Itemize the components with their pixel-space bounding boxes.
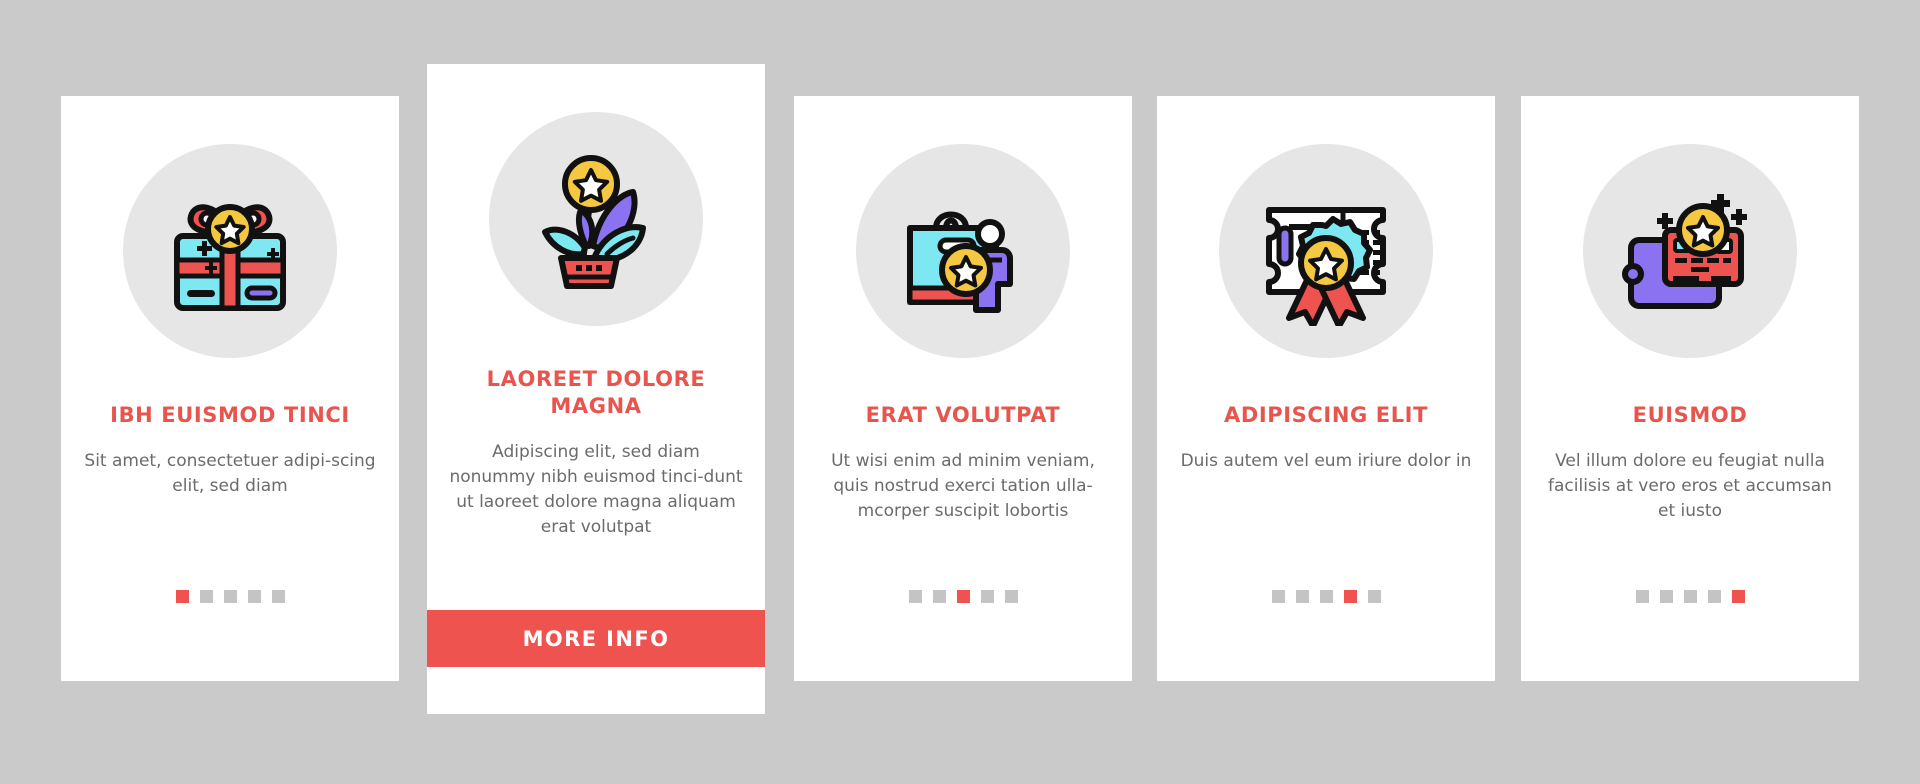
pagination-dots-3[interactable] bbox=[908, 590, 1018, 603]
card-description: Ut wisi enim ad minim veniam, quis nostr… bbox=[831, 451, 1095, 521]
certificate-award-ribbon-icon bbox=[1219, 144, 1433, 358]
plant-pot-star-coin-icon bbox=[489, 112, 703, 326]
pagination-dot[interactable] bbox=[1271, 590, 1285, 603]
pagination-dot[interactable] bbox=[199, 590, 213, 603]
pagination-dot[interactable] bbox=[1319, 590, 1333, 603]
pagination-dot[interactable] bbox=[1367, 590, 1381, 603]
pagination-dot[interactable] bbox=[271, 590, 285, 603]
wallet-credit-card-star-icon bbox=[1583, 144, 1797, 358]
onboarding-card-3[interactable]: ERAT VOLUTPAT Ut wisi enim ad minim veni… bbox=[794, 96, 1132, 681]
pagination-dot[interactable] bbox=[1659, 590, 1673, 603]
onboarding-card-1[interactable]: IBH EUISMOD TINCI Sit amet, consectetuer… bbox=[61, 96, 399, 681]
pagination-dot[interactable] bbox=[908, 590, 922, 603]
card-title: ERAT VOLUTPAT bbox=[865, 403, 1061, 427]
pagination-dot[interactable] bbox=[1295, 590, 1309, 603]
pagination-dot[interactable] bbox=[1731, 590, 1745, 603]
gift-box-star-icon bbox=[123, 144, 337, 358]
card-title: LAOREET DOLORE MAGNA bbox=[486, 367, 706, 418]
pagination-dot[interactable] bbox=[247, 590, 261, 603]
pagination-dot[interactable] bbox=[1635, 590, 1649, 603]
pagination-dot[interactable] bbox=[1343, 590, 1357, 603]
onboarding-card-2[interactable]: LAOREET DOLORE MAGNA Adipiscing elit, se… bbox=[427, 64, 765, 714]
onboarding-card-5[interactable]: EUISMOD Vel illum dolore eu feugiat null… bbox=[1521, 96, 1859, 681]
pagination-dot[interactable] bbox=[1004, 590, 1018, 603]
pagination-dots-4[interactable] bbox=[1271, 590, 1381, 603]
pagination-dots-1[interactable] bbox=[175, 590, 285, 603]
pagination-dot[interactable] bbox=[223, 590, 237, 603]
card-title: EUISMOD bbox=[1632, 403, 1748, 427]
pagination-dots-5[interactable] bbox=[1635, 590, 1745, 603]
card-description: Adipiscing elit, sed diam nonummy nibh e… bbox=[449, 442, 743, 537]
onboarding-screens-container: IBH EUISMOD TINCI Sit amet, consectetuer… bbox=[0, 0, 1920, 784]
pagination-dot[interactable] bbox=[980, 590, 994, 603]
onboarding-card-4[interactable]: ADIPISCING ELIT Duis autem vel eum iriur… bbox=[1157, 96, 1495, 681]
shopping-bag-customer-star-icon bbox=[856, 144, 1070, 358]
pagination-dot[interactable] bbox=[956, 590, 970, 603]
card-title: ADIPISCING ELIT bbox=[1223, 403, 1429, 427]
card-title: IBH EUISMOD TINCI bbox=[110, 403, 350, 427]
more-info-button[interactable]: MORE INFO bbox=[427, 610, 765, 667]
card-description: Duis autem vel eum iriure dolor in bbox=[1180, 451, 1472, 471]
card-description: Sit amet, consectetuer adipi-scing elit,… bbox=[84, 451, 376, 496]
pagination-dot[interactable] bbox=[932, 590, 946, 603]
card-description: Vel illum dolore eu feugiat nulla facili… bbox=[1548, 451, 1832, 521]
pagination-dot[interactable] bbox=[175, 590, 189, 603]
pagination-dot[interactable] bbox=[1707, 590, 1721, 603]
pagination-dot[interactable] bbox=[1683, 590, 1697, 603]
